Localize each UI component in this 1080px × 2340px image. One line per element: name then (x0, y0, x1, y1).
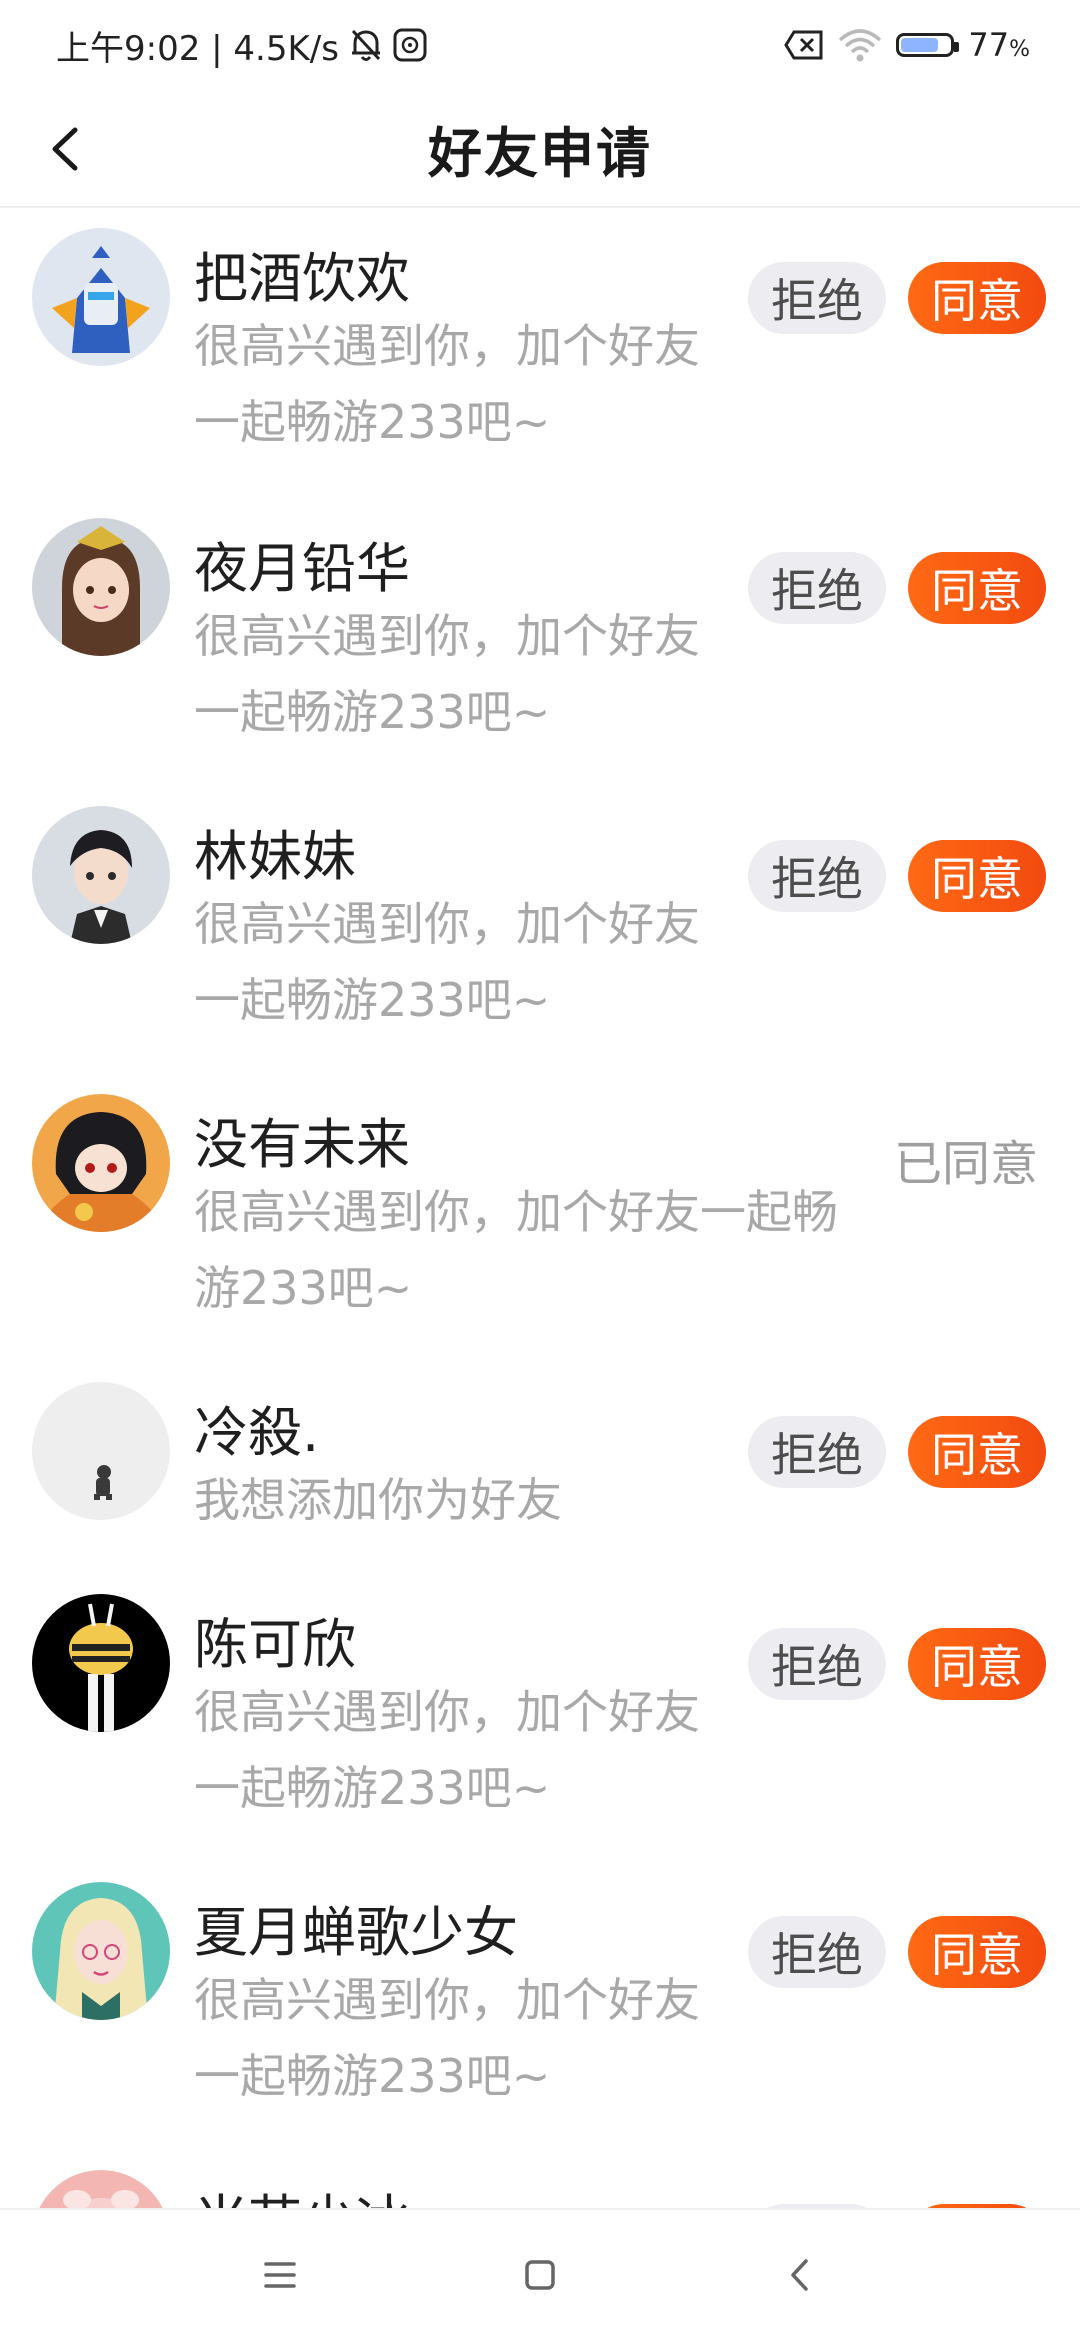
request-message-line: 一起畅游233吧~ (194, 395, 551, 449)
anime-girl-avatar-image (32, 518, 170, 656)
avatar[interactable] (32, 1882, 170, 2020)
request-message-line: 很高兴遇到你，加个好友 (194, 319, 700, 373)
request-message: 我想添加你为好友 (194, 1462, 562, 1538)
requester-name: 林妹妹 (194, 825, 356, 888)
avatar[interactable] (32, 1094, 170, 1232)
dark-hair-avatar-image (32, 1094, 170, 1232)
agree-button[interactable]: 同意 (908, 262, 1046, 334)
request-message: 很高兴遇到你，加个好友一起畅游233吧~ (194, 308, 700, 460)
agree-button[interactable]: 同意 (908, 840, 1046, 912)
friend-request-item: 林妹妹 很高兴遇到你，加个好友 一起畅游233吧~ 拒绝 同意 (0, 788, 1080, 1058)
home-button[interactable] (495, 2230, 585, 2320)
friend-request-list[interactable]: 把酒饮欢 很高兴遇到你，加个好友 一起畅游233吧~ 拒绝 同意 夜月铅华 很高兴遇到你，加… (0, 210, 1080, 2210)
battery-icon (896, 33, 960, 57)
request-message: 很高兴遇到你，加个好友一起畅游233吧~ (194, 1674, 700, 1826)
request-message-line: 一起畅游233吧~ (194, 1761, 551, 1815)
requester-name: 没有未来 (194, 1113, 410, 1176)
chevron-left-icon (52, 127, 78, 171)
avatar[interactable] (32, 228, 170, 366)
request-message: 很高兴遇到你，加个好友一起畅游233吧~ (194, 886, 700, 1038)
anime-boy-avatar-image (32, 806, 170, 944)
blonde-girl-avatar-image (32, 1882, 170, 2020)
pink-avatar-image (32, 2170, 170, 2210)
avatar[interactable] (32, 806, 170, 944)
back-icon (791, 2259, 808, 2291)
app-notification-icon (393, 28, 427, 62)
requester-name: 冷殺. (194, 1401, 320, 1464)
avatar[interactable] (32, 1594, 170, 1732)
request-message-line: 一起畅游233吧~ (194, 973, 551, 1027)
sim-off-icon (784, 30, 824, 60)
requester-name: 夜月铅华 (194, 537, 410, 600)
request-message-line: 很高兴遇到你，加个好友 (194, 1973, 700, 2027)
request-message-line: 我想添加你为好友 (194, 1473, 562, 1527)
friend-request-item: 夜月铅华 很高兴遇到你，加个好友 一起畅游233吧~ 拒绝 同意 (0, 500, 1080, 770)
friend-request-item: 夏月蝉歌少女 很高兴遇到你，加个好友 一起畅游233吧~ 拒绝 同意 (0, 1864, 1080, 2134)
reject-button[interactable]: 拒绝 (748, 840, 886, 912)
request-message: 很高兴遇到你，加个好友一起畅游233吧~ (194, 598, 700, 750)
request-message-line: 很高兴遇到你，加个好友 (194, 897, 700, 951)
status-bar: 上午9:02 | 4.5K/s 77% (0, 0, 1080, 90)
request-message-line: 游233吧~ (194, 1261, 413, 1315)
mute-bell-icon (349, 27, 383, 63)
request-message-line: 很高兴遇到你，加个好友 (194, 1685, 700, 1739)
reject-button[interactable]: 拒绝 (748, 262, 886, 334)
request-message-line: 一起畅游233吧~ (194, 685, 551, 739)
reject-button[interactable]: 拒绝 (748, 1916, 886, 1988)
request-message-line: 很高兴遇到你，加个好友 (194, 609, 700, 663)
agree-button[interactable]: 同意 (908, 1916, 1046, 1988)
bee-costume-avatar-image (32, 1594, 170, 1732)
battery-text: 77% (968, 26, 1030, 64)
system-nav-bar (0, 2208, 1080, 2340)
avatar[interactable] (32, 518, 170, 656)
requester-name: 把酒饮欢 (194, 247, 410, 310)
friend-request-item: 米苗少冰拒绝同意 (0, 2152, 1080, 2210)
agree-button[interactable]: 同意 (908, 1628, 1046, 1700)
request-message: 很高兴遇到你，加个好友一起畅游233吧~ (194, 1174, 838, 1326)
friend-request-item: 把酒饮欢 很高兴遇到你，加个好友 一起畅游233吧~ 拒绝 同意 (0, 210, 1080, 480)
requester-name: 夏月蝉歌少女 (194, 1901, 518, 1964)
requester-name: 米苗少冰 (194, 2176, 410, 2210)
avatar[interactable] (32, 1382, 170, 1520)
reject-button[interactable]: 拒绝 (748, 1416, 886, 1488)
reject-button[interactable]: 拒绝 (748, 1628, 886, 1700)
request-message-line: 一起畅游233吧~ (194, 2049, 551, 2103)
menu-button[interactable] (235, 2230, 325, 2320)
status-right: 77% (784, 26, 1030, 64)
header: 好友申请 (0, 90, 1080, 208)
status-time-speed: 上午9:02 | 4.5K/s (56, 28, 339, 69)
system-back-button[interactable] (755, 2230, 845, 2320)
back-button[interactable] (30, 110, 100, 188)
friend-request-item: 没有未来 很高兴遇到你，加个好友一起畅 游233吧~ 已同意 (0, 1076, 1080, 1346)
robot-avatar-image (32, 228, 170, 366)
menu-icon (264, 2262, 296, 2288)
reject-button[interactable]: 拒绝 (748, 552, 886, 624)
status-left: 上午9:02 | 4.5K/s (56, 21, 427, 70)
wifi-icon (838, 28, 882, 62)
agree-button[interactable]: 同意 (908, 1416, 1046, 1488)
home-icon (525, 2260, 555, 2290)
request-message-line: 很高兴遇到你，加个好友一起畅 (194, 1185, 838, 1239)
small-figure-avatar-image (32, 1382, 170, 1520)
friend-request-item: 陈可欣 很高兴遇到你，加个好友 一起畅游233吧~ 拒绝 同意 (0, 1576, 1080, 1846)
agree-button[interactable]: 同意 (908, 552, 1046, 624)
agreed-status-label: 已同意 (894, 1136, 1039, 1192)
avatar[interactable] (32, 2170, 170, 2210)
request-message: 很高兴遇到你，加个好友一起畅游233吧~ (194, 1962, 700, 2114)
page-title: 好友申请 (428, 121, 652, 185)
requester-name: 陈可欣 (194, 1613, 356, 1676)
